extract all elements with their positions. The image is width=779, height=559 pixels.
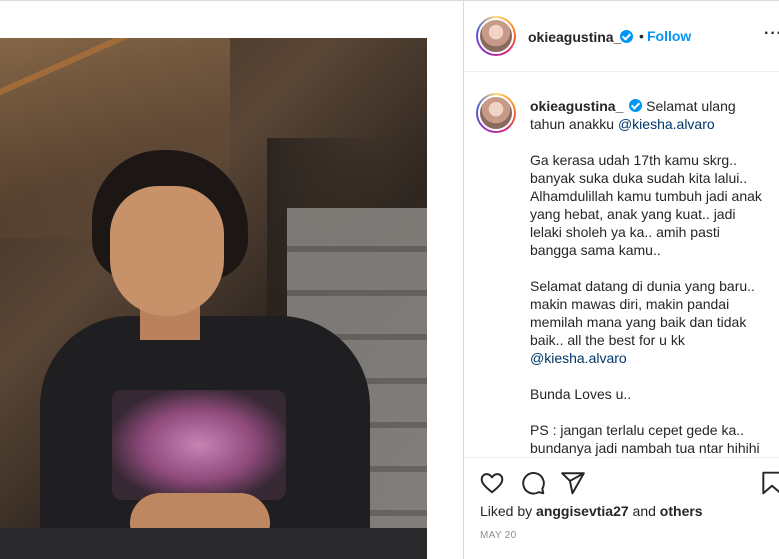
caption-author-avatar[interactable] (476, 93, 516, 133)
caption-username[interactable]: okieagustina_ (530, 98, 623, 114)
caption-paragraph: Bunda Loves u.. (530, 386, 632, 402)
verified-badge-icon (620, 30, 633, 43)
post-date[interactable]: MAY 20 (480, 530, 516, 541)
post-media-area (0, 1, 463, 559)
caption-paragraph: Selamat datang di dunia yang baru.. maki… (530, 278, 755, 366)
heart-icon[interactable] (479, 470, 505, 496)
separator-dot: • (639, 28, 644, 44)
comments-section[interactable]: okieagustina_ Selamat ulang tahun anakku… (464, 73, 779, 457)
liked-by-user[interactable]: anggisevtia27 (536, 503, 629, 519)
follow-button[interactable]: Follow (647, 28, 691, 44)
more-options-icon[interactable]: ··· (764, 25, 779, 43)
caption-mention[interactable]: @kiesha.alvaro (618, 116, 715, 132)
caption-paragraph: Ga kerasa udah 17th kamu skrg.. banyak s… (530, 152, 762, 258)
verified-badge-icon (629, 99, 643, 112)
share-icon[interactable] (560, 470, 586, 496)
caption-mention[interactable]: @kiesha.alvaro (530, 350, 627, 366)
caption-paragraph: PS : jangan terlalu cepet gede ka.. bund… (530, 422, 760, 456)
post-photo[interactable] (0, 38, 427, 559)
comment-icon[interactable] (520, 470, 546, 496)
likes-summary: Liked by anggisevtia27 and others (480, 503, 703, 519)
post-caption: okieagustina_ Selamat ulang tahun anakku… (530, 97, 770, 457)
author-avatar[interactable] (476, 16, 516, 56)
post-actions-bar (464, 457, 779, 505)
bookmark-icon[interactable] (759, 470, 779, 496)
author-username[interactable]: okieagustina_ (528, 29, 621, 45)
post-side-panel: okieagustina_ • Follow ··· okieagustina_… (463, 1, 779, 559)
post-header: okieagustina_ • Follow ··· (464, 1, 779, 72)
liked-by-others[interactable]: others (660, 503, 703, 519)
